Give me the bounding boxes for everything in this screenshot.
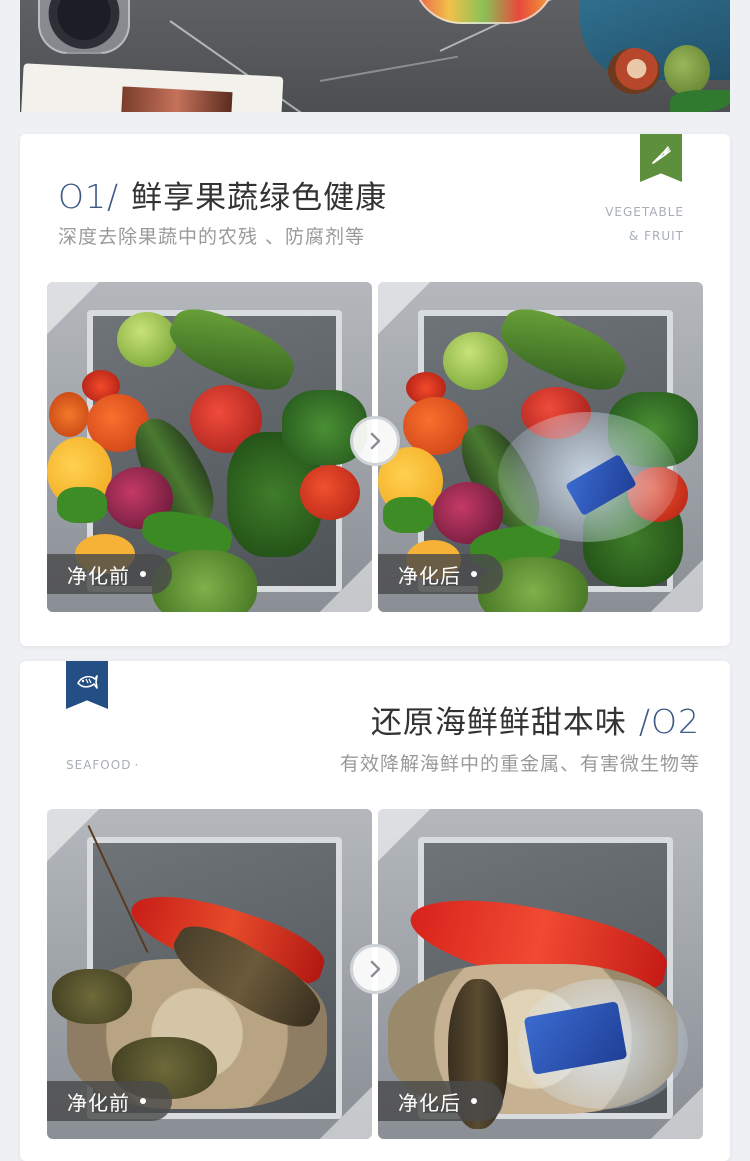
before-vegetables-photo: 净化前 [47, 282, 372, 612]
before-badge: 净化前 [47, 554, 172, 594]
after-seafood-badge: 净化后 [378, 1081, 503, 1121]
vegetable-fruit-card: O1/ 鲜享果蔬绿色健康 深度去除果蔬中的农残 、防腐剂等 VEGETABLE … [20, 134, 730, 646]
vegetable-tag [640, 134, 682, 182]
after-badge: 净化后 [378, 554, 503, 594]
before-seafood-label: 净化前 [67, 1090, 130, 1115]
section1-english-line2: & FRUIT [628, 229, 684, 243]
seafood-card: SEAFOOD · 还原海鲜鲜甜本味 /O2 有效降解海鲜中的重金属、有害微生物等… [20, 661, 730, 1161]
before-seafood-photo: 净化前 [47, 809, 372, 1139]
section1-number: O1/ [58, 177, 120, 216]
before-label: 净化前 [67, 563, 130, 588]
section2-subtitle: 有效降解海鲜中的重金属、有害微生物等 [339, 753, 700, 775]
fig-image [608, 48, 660, 94]
section1-english-line1: VEGETABLE [605, 205, 684, 219]
open-book-image [20, 63, 284, 112]
section1-heading: O1/ 鲜享果蔬绿色健康 [58, 172, 387, 217]
glass-jar-image [38, 0, 130, 54]
fish-icon [77, 675, 98, 689]
section2-english: SEAFOOD · [66, 758, 140, 772]
section2-heading: 还原海鲜鲜甜本味 /O2 [371, 697, 700, 742]
fruit-bowl-image [412, 0, 556, 24]
after-vegetables-photo: 净化后 [378, 282, 703, 612]
section2-number: /O2 [638, 702, 700, 741]
lime-image [664, 45, 710, 95]
section1-title: 鲜享果蔬绿色健康 [131, 180, 388, 216]
after-seafood-label: 净化后 [398, 1090, 461, 1115]
carrot-icon [652, 146, 671, 164]
section1-subtitle: 深度去除果蔬中的农残 、防腐剂等 [58, 226, 366, 248]
section2-english-label: SEAFOOD [66, 758, 132, 772]
seafood-tag [66, 661, 108, 709]
arrow-next-icon [350, 416, 400, 466]
after-seafood-photo: 净化后 [378, 809, 703, 1139]
after-label: 净化后 [398, 563, 461, 588]
section2-title: 还原海鲜鲜甜本味 [370, 705, 627, 741]
arrow-next-icon-seafood [350, 944, 400, 994]
hero-photo [20, 0, 730, 112]
before-seafood-badge: 净化前 [47, 1081, 172, 1121]
